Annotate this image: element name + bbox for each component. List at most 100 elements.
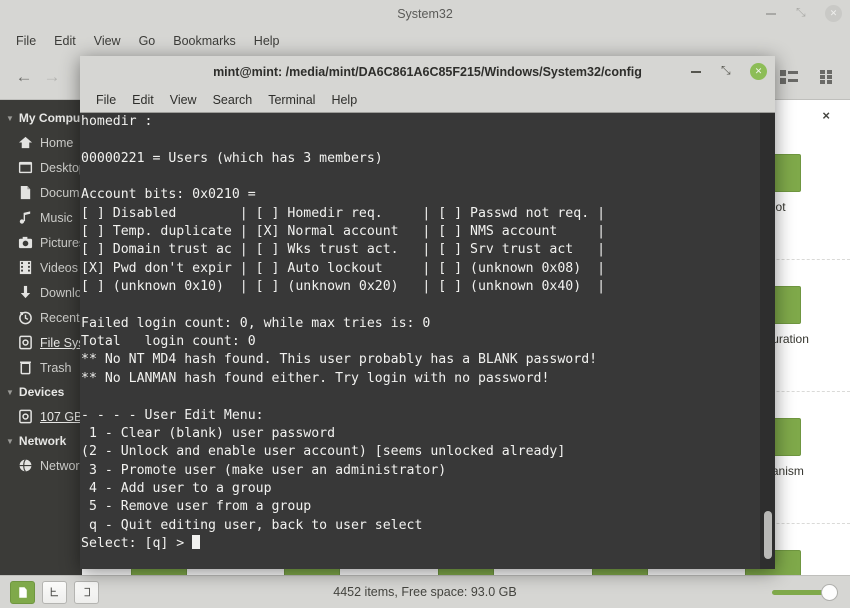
terminal-line: Failed login count: 0, while max tries i… <box>81 315 431 331</box>
terminal-cursor <box>192 534 201 549</box>
zoom-slider[interactable] <box>772 583 838 601</box>
sidebar-item-pictures[interactable]: Pictures <box>0 230 82 255</box>
sidebar-item-trash[interactable]: Trash <box>0 355 82 380</box>
terminal-scrollbar[interactable] <box>760 113 775 569</box>
sidebar-item-label: Trash <box>40 360 72 375</box>
grid-view-icon[interactable] <box>820 69 838 84</box>
document-icon <box>18 185 33 200</box>
terminal-line: 1 - Clear (blank) user password <box>81 425 336 441</box>
sidebar-item-label: Music <box>40 210 73 225</box>
terminal-titlebar[interactable]: mint@mint: /media/mint/DA6C861A6C85F215/… <box>80 56 775 87</box>
terminal-scrollbar-thumb[interactable] <box>764 511 772 559</box>
menu-item-go[interactable]: Go <box>131 31 164 51</box>
terminal-menu-help[interactable]: Help <box>323 90 365 110</box>
sidebar-item-label: Home <box>40 135 74 150</box>
file-manager-menubar: File Edit View Go Bookmarks Help <box>0 27 850 54</box>
terminal-prompt-line: Select: [q] > <box>81 534 605 553</box>
sidebar-section-label: Devices <box>18 385 65 399</box>
chevron-down-icon: ▼ <box>6 387 14 397</box>
terminal-prompt: Select: [q] > <box>81 535 193 551</box>
sidebar-section-devices[interactable]: ▼ Devices <box>0 380 82 404</box>
chevron-down-icon: ▼ <box>6 436 14 446</box>
menu-item-file[interactable]: File <box>8 31 44 51</box>
back-icon[interactable]: ← <box>10 63 38 91</box>
terminal-line: [ ] Disabled | [ ] Homedir req. | [ ] Pa… <box>81 205 606 221</box>
terminal-line: Total login count: 0 <box>81 334 256 350</box>
desktop-icon <box>18 160 33 175</box>
home-icon <box>18 135 33 150</box>
terminal-line: ** No NT MD4 hash found. This user proba… <box>81 352 598 368</box>
sidebar-section-my-computer[interactable]: ▼ My Computer <box>0 106 82 130</box>
clock-icon <box>18 310 33 325</box>
maximize-icon[interactable] <box>794 3 811 22</box>
terminal-window-controls <box>688 61 767 80</box>
sidebar-item-label: File System <box>40 335 82 350</box>
terminal-line: q - Quit editing user, back to user sele… <box>81 517 423 533</box>
minimize-icon[interactable] <box>688 63 705 80</box>
sidebar-item-documents[interactable]: Documents <box>0 180 82 205</box>
view-mode-group <box>780 69 838 84</box>
file-manager-window-controls <box>763 0 842 27</box>
terminal-line: 00000221 = Users (which has 3 members) <box>81 150 383 166</box>
terminal-text: homedir : 00000221 = Users (which has 3 … <box>81 113 605 553</box>
menu-item-help[interactable]: Help <box>246 31 288 51</box>
drive-icon <box>18 335 33 350</box>
download-icon <box>18 285 33 300</box>
maximize-icon[interactable] <box>719 61 736 80</box>
zoom-slider-knob[interactable] <box>821 583 838 601</box>
sidebar-item-home[interactable]: Home <box>0 130 82 155</box>
sidebar-item-downloads[interactable]: Downloads <box>0 280 82 305</box>
sidebar-item-music[interactable]: Music <box>0 205 82 230</box>
sidebar-section-label: My Computer <box>18 111 82 125</box>
terminal-line: [ ] Domain trust ac | [ ] Wks trust act.… <box>81 242 606 258</box>
close-icon[interactable]: × <box>822 108 830 123</box>
terminal-line: 4 - Add user to a group <box>81 480 272 496</box>
menu-item-view[interactable]: View <box>86 31 129 51</box>
sidebar-section-network[interactable]: ▼ Network <box>0 429 82 453</box>
forward-icon[interactable]: → <box>38 63 66 91</box>
terminal-line: ** No LANMAN hash found either. Try logi… <box>81 370 550 386</box>
sidebar-section-label: Network <box>18 434 67 448</box>
minimize-icon[interactable] <box>763 5 780 22</box>
terminal-line: [ ] (unknown 0x10) | [ ] (unknown 0x20) … <box>81 279 606 295</box>
terminal-line: homedir : <box>81 114 153 129</box>
sidebar-item-label: Videos <box>40 260 78 275</box>
terminal-window: mint@mint: /media/mint/DA6C861A6C85F215/… <box>80 56 775 569</box>
close-icon[interactable] <box>750 63 767 80</box>
sidebar-item-label: 107 GB Volume <box>40 409 82 424</box>
terminal-menu-view[interactable]: View <box>162 90 205 110</box>
terminal-menubar: File Edit View Search Terminal Help <box>80 87 775 113</box>
terminal-line: [X] Pwd don't expir | [ ] Auto lockout |… <box>81 260 606 276</box>
film-icon <box>18 260 33 275</box>
terminal-menu-edit[interactable]: Edit <box>124 90 162 110</box>
terminal-menu-terminal[interactable]: Terminal <box>260 90 323 110</box>
sidebar-item-network[interactable]: Network <box>0 453 82 478</box>
terminal-output-area[interactable]: homedir : 00000221 = Users (which has 3 … <box>80 113 775 569</box>
sidebar-item-label: Network <box>40 458 82 473</box>
terminal-line: (2 - Unlock and enable user account) [se… <box>81 444 566 460</box>
terminal-line: 5 - Remove user from a group <box>81 499 312 515</box>
menu-item-bookmarks[interactable]: Bookmarks <box>165 31 244 51</box>
sidebar-item-recent[interactable]: Recent <box>0 305 82 330</box>
terminal-menu-search[interactable]: Search <box>205 90 261 110</box>
file-manager-statusbar: 4452 items, Free space: 93.0 GB <box>0 575 850 608</box>
close-icon[interactable] <box>825 5 842 22</box>
status-text: 4452 items, Free space: 93.0 GB <box>333 585 517 599</box>
list-view-icon[interactable] <box>780 69 798 84</box>
sidebar-item-videos[interactable]: Videos <box>0 255 82 280</box>
terminal-menu-file[interactable]: File <box>88 90 124 110</box>
sidebar-item-desktop[interactable]: Desktop <box>0 155 82 180</box>
sidebar-item-label: Documents <box>40 185 82 200</box>
sidebar-item-label: Desktop <box>40 160 82 175</box>
sidebar-item-volume[interactable]: 107 GB Volume <box>0 404 82 429</box>
terminal-line: [ ] Temp. duplicate | [X] Normal account… <box>81 224 606 240</box>
menu-item-edit[interactable]: Edit <box>46 31 84 51</box>
drive-icon <box>18 409 33 424</box>
sidebar-item-label: Pictures <box>40 235 82 250</box>
sidebar-item-file-system[interactable]: File System <box>0 330 82 355</box>
music-icon <box>18 210 33 225</box>
file-manager-sidebar: ▼ My Computer Home Desktop Documents Mus… <box>0 100 82 575</box>
